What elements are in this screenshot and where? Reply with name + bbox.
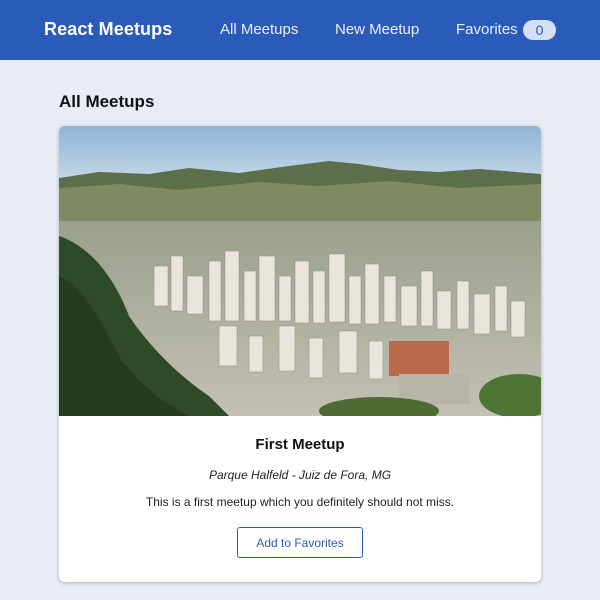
favorites-count-badge[interactable]: 0: [523, 20, 556, 40]
meetup-title: First Meetup: [255, 436, 345, 453]
nav-favorites[interactable]: Favorites: [456, 21, 518, 38]
page-title: All Meetups: [59, 92, 155, 111]
meetup-image: [59, 126, 541, 416]
meetup-address: Parque Halfeld - Juiz de Fora, MG: [208, 468, 392, 482]
app-logo[interactable]: React Meetups: [44, 19, 172, 40]
nav-new-meetup[interactable]: New Meetup: [335, 21, 419, 38]
meetup-card: First Meetup Parque Halfeld - Juiz de Fo…: [59, 126, 541, 582]
main-header: React Meetups All Meetups New Meetup Fav…: [0, 0, 600, 60]
add-to-favorites-button[interactable]: Add to Favorites: [237, 527, 363, 558]
nav-all-meetups[interactable]: All Meetups: [220, 21, 298, 38]
meetup-description: This is a first meetup which you definit…: [145, 495, 455, 509]
